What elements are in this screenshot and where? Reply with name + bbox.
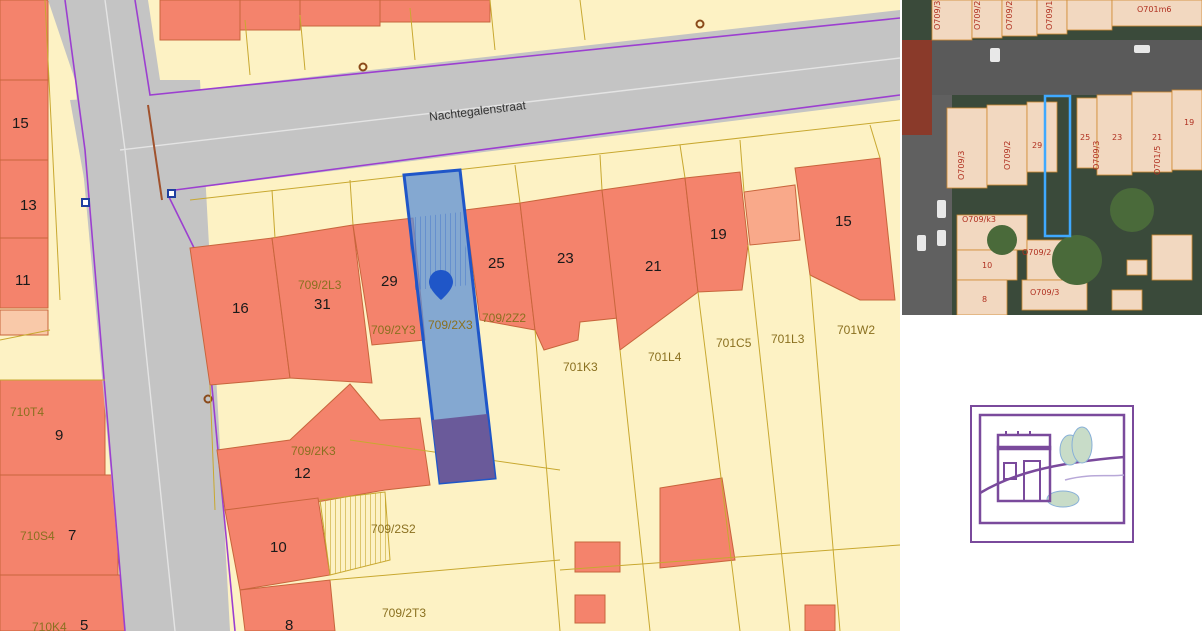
- svg-text:15: 15: [12, 115, 29, 132]
- svg-text:710S4: 710S4: [20, 529, 55, 543]
- svg-text:11: 11: [15, 272, 31, 289]
- svg-text:O709/2: O709/2: [1003, 141, 1012, 170]
- svg-text:701C5: 701C5: [716, 336, 752, 350]
- svg-text:19: 19: [1184, 118, 1194, 127]
- svg-text:710T4: 710T4: [10, 405, 44, 419]
- svg-text:O709/2: O709/2: [973, 1, 982, 30]
- shed: [574, 594, 606, 624]
- svg-text:9: 9: [55, 427, 63, 444]
- svg-text:701K3: 701K3: [563, 360, 598, 374]
- shed: [804, 604, 836, 631]
- svg-text:O709/k3: O709/k3: [962, 215, 996, 224]
- svg-text:8: 8: [982, 295, 987, 304]
- svg-text:31: 31: [314, 296, 331, 313]
- svg-text:709/2T3: 709/2T3: [382, 606, 426, 620]
- svg-text:O709/3: O709/3: [957, 151, 966, 180]
- svg-text:25: 25: [488, 255, 505, 272]
- marker-square-left: [81, 198, 90, 207]
- svg-text:23: 23: [557, 250, 574, 267]
- annex-19: [743, 184, 801, 246]
- image-placeholder: [902, 315, 1202, 631]
- svg-text:709/2Z2: 709/2Z2: [482, 311, 526, 325]
- svg-text:29: 29: [1032, 141, 1042, 150]
- svg-text:19: 19: [710, 226, 727, 243]
- svg-text:12: 12: [294, 465, 311, 482]
- svg-text:15: 15: [835, 213, 852, 230]
- svg-text:25: 25: [1080, 133, 1090, 142]
- svg-text:21: 21: [1152, 133, 1162, 142]
- svg-text:709/2Y3: 709/2Y3: [371, 323, 416, 337]
- svg-text:O701/5: O701/5: [1153, 146, 1162, 175]
- svg-text:O709/1: O709/1: [1045, 1, 1054, 30]
- svg-text:21: 21: [645, 258, 662, 275]
- aerial-photo[interactable]: O701m6 25 23 21 19 29 10 8 O709/3 O709/2…: [902, 0, 1202, 315]
- svg-text:O709/2: O709/2: [1005, 1, 1014, 30]
- selected-parcel-rear: [432, 414, 495, 483]
- svg-text:16: 16: [232, 300, 249, 317]
- svg-text:709/2X3: 709/2X3: [428, 318, 473, 332]
- svg-text:8: 8: [285, 617, 293, 631]
- svg-text:7: 7: [68, 527, 76, 544]
- svg-text:O701m6: O701m6: [1137, 5, 1171, 14]
- svg-text:13: 13: [20, 197, 37, 214]
- svg-text:710K4: 710K4: [32, 620, 67, 631]
- svg-text:709/2L3: 709/2L3: [298, 278, 342, 292]
- svg-text:10: 10: [982, 261, 992, 270]
- svg-text:701L3: 701L3: [771, 332, 805, 346]
- house-landscape-icon: [970, 405, 1134, 543]
- svg-text:O709/3: O709/3: [933, 1, 942, 30]
- svg-text:709/2S2: 709/2S2: [371, 522, 416, 536]
- svg-text:701L4: 701L4: [648, 350, 682, 364]
- svg-text:5: 5: [80, 617, 88, 631]
- marker-square-right: [167, 189, 176, 198]
- rear-building: [659, 477, 736, 569]
- svg-text:O709/2: O709/2: [1022, 248, 1051, 257]
- svg-text:701W2: 701W2: [837, 323, 875, 337]
- svg-text:709/2K3: 709/2K3: [291, 444, 336, 458]
- svg-text:23: 23: [1112, 133, 1122, 142]
- svg-text:O709/3: O709/3: [1092, 141, 1101, 170]
- svg-text:29: 29: [381, 273, 398, 290]
- aerial-roof-dark: [902, 40, 932, 135]
- svg-text:10: 10: [270, 539, 287, 556]
- cadastral-map[interactable]: Nachtegalenstraat 15 13 11 9 7 5 16 31 2…: [0, 0, 900, 631]
- svg-text:O709/3: O709/3: [1030, 288, 1059, 297]
- aerial-street: [902, 40, 1202, 95]
- small-annex: [0, 309, 49, 336]
